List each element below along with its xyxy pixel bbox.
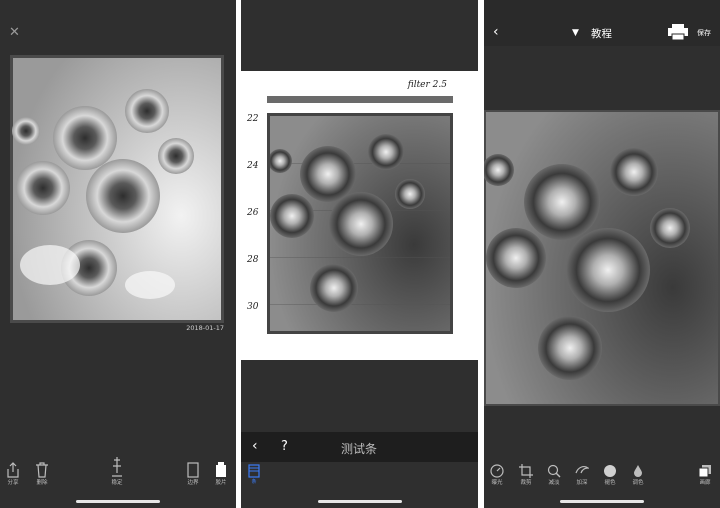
ruler-24: 24 (247, 161, 259, 171)
gallery-button[interactable]: 画廊 (698, 464, 712, 487)
chevron-down-icon[interactable]: ▼ (572, 28, 579, 38)
photo-date: 2018-01-17 (186, 324, 224, 332)
share-icon (7, 462, 19, 478)
home-indicator (76, 500, 160, 503)
tone-label: 调色 (632, 480, 644, 486)
ruler-26: 26 (247, 208, 259, 218)
trash-icon (36, 462, 48, 478)
tone-button[interactable]: 调色 (631, 464, 645, 487)
share-label: 分享 (7, 480, 19, 486)
nav-title: 测试条 (341, 442, 378, 456)
save-button[interactable]: 保存 (697, 28, 711, 38)
film-edge (267, 96, 453, 103)
enlarger-label: 稳定 (111, 480, 123, 486)
page-title: 教程 (591, 28, 612, 40)
negative-photo (7, 52, 227, 326)
border-icon (187, 462, 199, 478)
print-photo (484, 108, 720, 408)
film-negative-screen: ✕ 2018-01-17 分享 删除 稳定 边界 胶片 (0, 0, 236, 508)
burn-hand-icon (575, 466, 589, 474)
crop-icon (519, 464, 533, 478)
top-area (241, 0, 478, 71)
border-button[interactable]: 边界 (186, 462, 200, 487)
magnifier-icon (547, 464, 561, 478)
home-indicator (560, 500, 644, 503)
exposure-button[interactable]: 曝光 (490, 464, 504, 487)
film-icon (216, 462, 226, 477)
print-icon[interactable] (668, 24, 688, 44)
print-edit-screen: ‹ ▼ 教程 保存 曝光 裁剪 减淡 加深 褪色 调色 画廊 (484, 0, 720, 508)
test-strip-photo (267, 113, 453, 334)
film-label: 胶片 (215, 480, 227, 486)
help-button[interactable]: ? (281, 439, 288, 454)
fade-label: 褪色 (604, 480, 616, 486)
crop-button[interactable]: 裁剪 (519, 464, 533, 487)
dodge-label: 减淡 (548, 480, 560, 486)
exposure-label: 曝光 (491, 480, 503, 486)
fade-button[interactable]: 褪色 (603, 464, 617, 487)
strip-tool-label: 条 (251, 479, 257, 485)
strip-icon (248, 464, 260, 478)
share-button[interactable]: 分享 (6, 462, 20, 487)
close-icon[interactable]: ✕ (9, 26, 20, 39)
ruler-22: 22 (247, 114, 259, 124)
film-button[interactable]: 胶片 (214, 462, 228, 487)
ruler-30: 30 (247, 302, 259, 312)
test-strip-nav: ‹ ? 测试条 (241, 432, 478, 462)
burn-label: 加深 (576, 480, 588, 486)
drop-icon (634, 465, 642, 477)
gallery-icon (698, 465, 711, 478)
gallery-label: 画廊 (699, 480, 711, 486)
delete-label: 删除 (36, 480, 48, 486)
strip-tool-button[interactable]: 条 (248, 464, 260, 485)
back-icon[interactable]: ‹ (252, 438, 258, 454)
test-strip-screen: filter 2.5 22 24 26 28 30 ‹ ? 测试条 条 (241, 0, 478, 508)
back-icon[interactable]: ‹ (493, 24, 499, 40)
burn-button[interactable]: 加深 (575, 464, 589, 487)
enlarger-button[interactable]: 稳定 (110, 456, 124, 487)
filter-label: filter 2.5 (407, 80, 447, 90)
dodge-button[interactable]: 减淡 (547, 464, 561, 487)
ruler-28: 28 (247, 255, 259, 265)
exposure-dial-icon (490, 464, 504, 478)
crop-label: 裁剪 (520, 480, 532, 486)
delete-button[interactable]: 删除 (35, 462, 49, 487)
circle-icon (604, 465, 616, 477)
enlarger-icon (112, 457, 122, 477)
home-indicator (317, 500, 402, 503)
border-label: 边界 (187, 480, 199, 486)
